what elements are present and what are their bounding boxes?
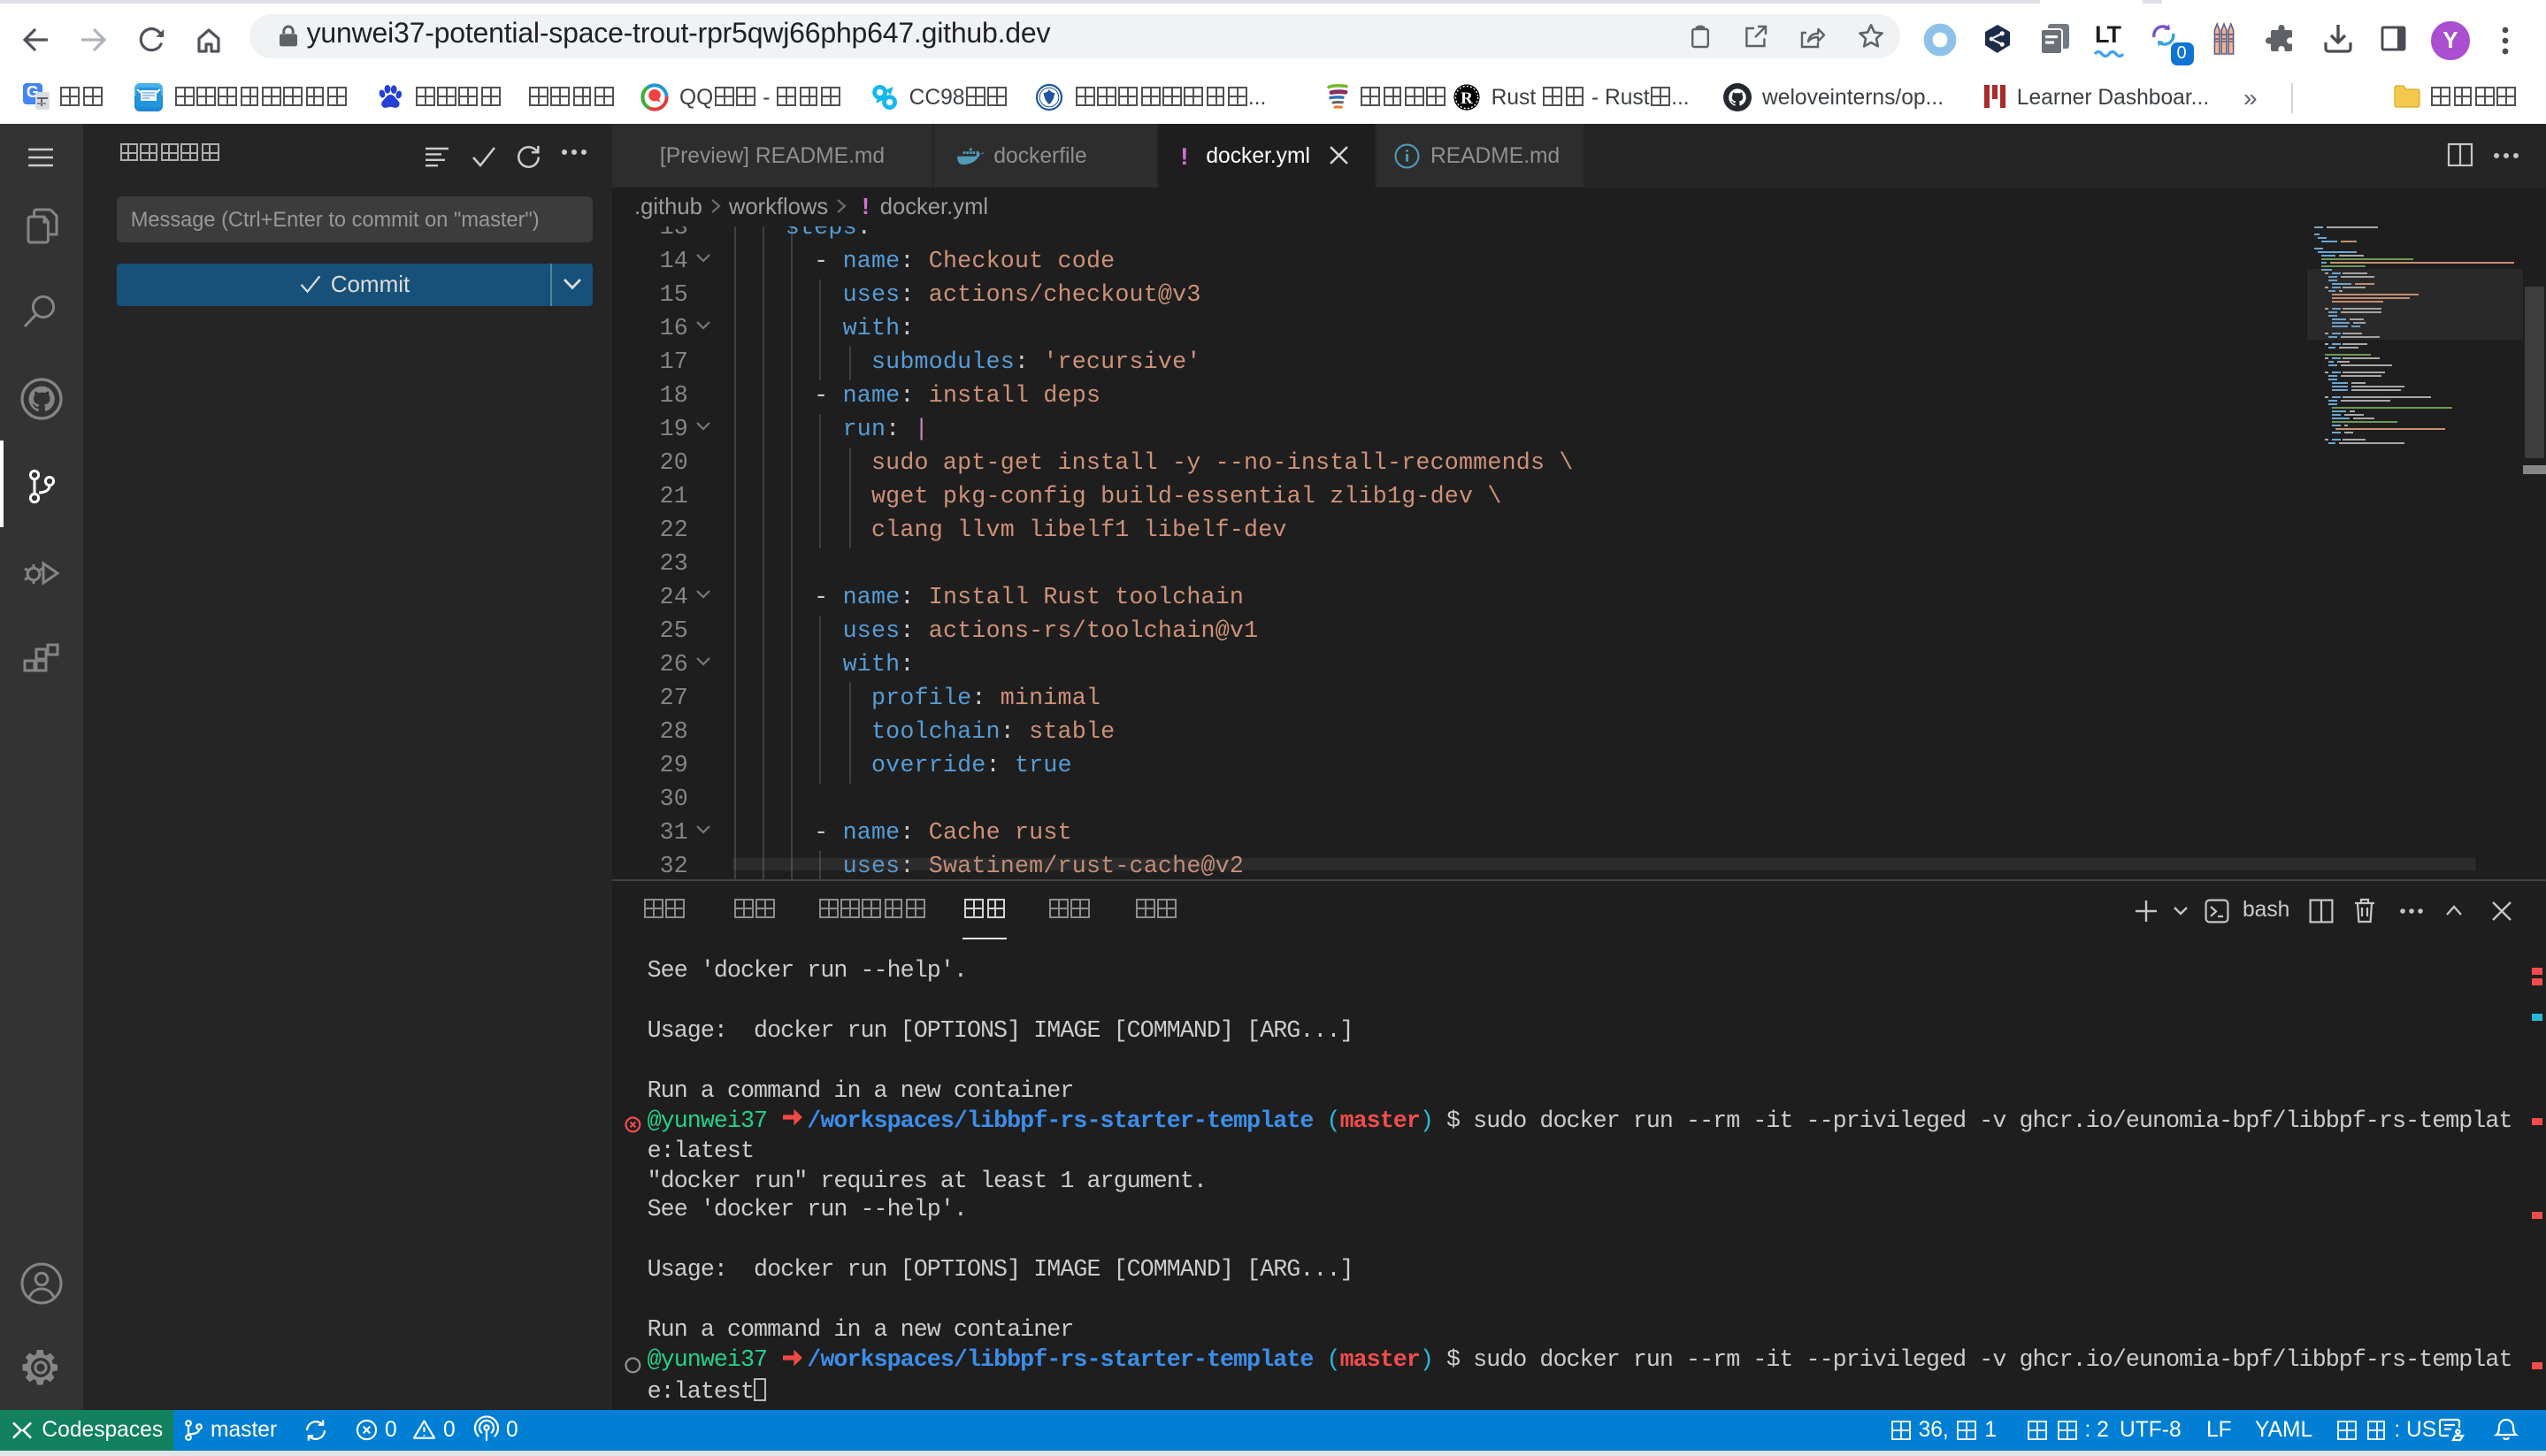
svg-text:R: R	[1461, 88, 1473, 107]
